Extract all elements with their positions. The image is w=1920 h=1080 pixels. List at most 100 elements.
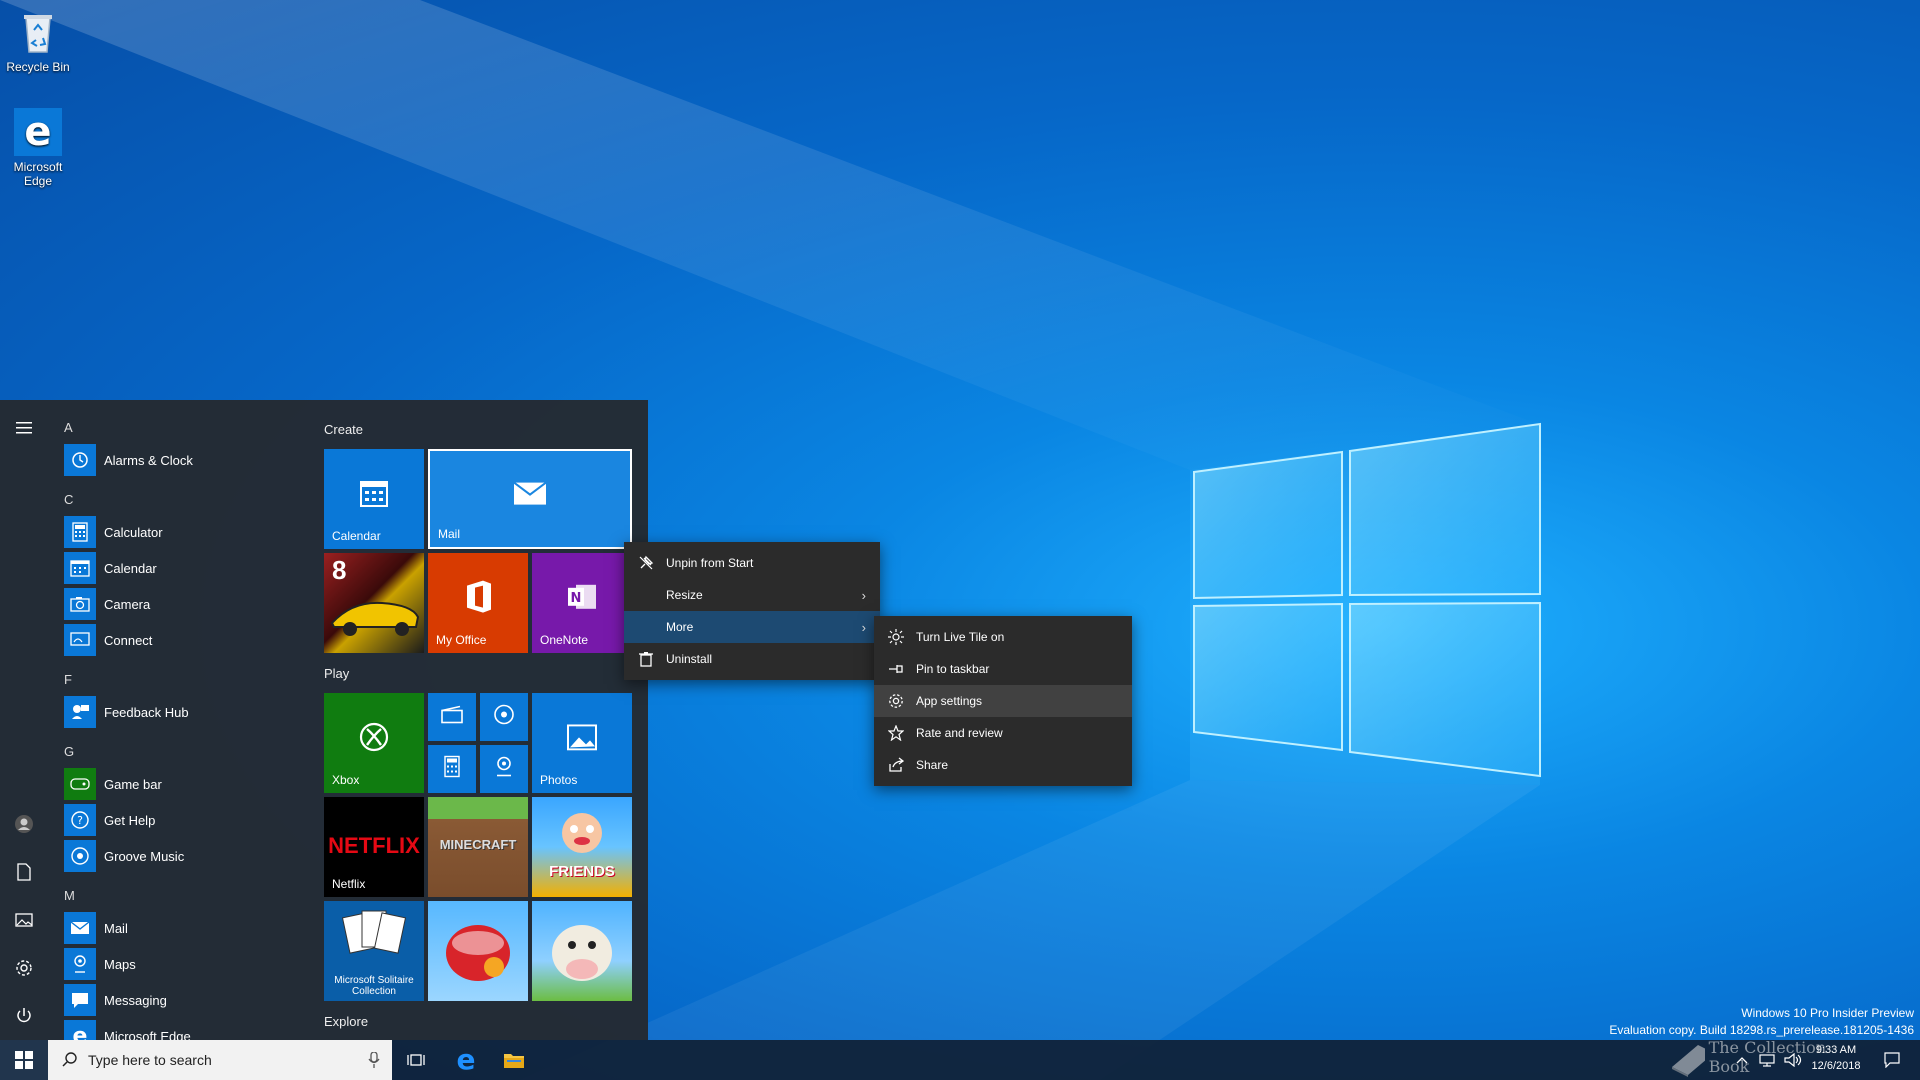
solitaire-label: Microsoft Solitaire Collection xyxy=(334,975,414,997)
tile-groove[interactable] xyxy=(480,693,528,741)
app-list: A Alarms & Clock C Calculator Calendar C… xyxy=(56,400,306,1040)
tile-netflix[interactable]: NETFLIX Netflix xyxy=(324,797,424,897)
messaging-icon xyxy=(64,984,96,1016)
menu-item-uninstall[interactable]: Uninstall xyxy=(624,643,880,675)
app-maps[interactable]: Maps xyxy=(64,948,304,980)
tile-movies[interactable] xyxy=(428,693,476,741)
windows-start-icon xyxy=(15,1051,33,1069)
letter-header-m[interactable]: M xyxy=(64,888,75,903)
microsoft-edge-icon: e xyxy=(64,1020,96,1040)
taskbar-edge-button[interactable]: e xyxy=(442,1040,490,1080)
maps-tile-icon xyxy=(494,756,514,783)
tile-calendar[interactable]: Calendar xyxy=(324,449,424,549)
search-icon xyxy=(62,1051,78,1070)
start-button[interactable] xyxy=(0,1040,48,1080)
unpin-icon xyxy=(638,555,654,571)
groove-music-icon xyxy=(64,840,96,872)
search-box[interactable]: Type here to search xyxy=(48,1040,392,1080)
search-placeholder: Type here to search xyxy=(88,1052,212,1068)
menu-item-pin-to-taskbar[interactable]: Pin to taskbar xyxy=(874,653,1132,685)
cards-icon xyxy=(342,910,406,954)
app-get-help[interactable]: ? Get Help xyxy=(64,804,304,836)
microphone-icon[interactable] xyxy=(368,1051,380,1071)
overlay-book-logo: The Collection Book xyxy=(1668,1034,1828,1080)
evaluation-watermark: Windows 10 Pro Insider Preview Evaluatio… xyxy=(1609,1006,1914,1037)
user-avatar-icon[interactable] xyxy=(12,812,36,836)
tile-context-menu: Unpin from Start Resize › More › Uninsta… xyxy=(624,542,880,680)
tile-my-office[interactable]: My Office xyxy=(428,553,528,653)
camera-icon xyxy=(64,588,96,620)
app-mail[interactable]: Mail xyxy=(64,912,304,944)
power-icon[interactable] xyxy=(12,1004,36,1028)
task-view-button[interactable] xyxy=(392,1040,440,1080)
hamburger-menu-icon[interactable] xyxy=(12,416,36,440)
tile-photos[interactable]: Photos xyxy=(532,693,632,793)
watermark-edition: Windows 10 Pro Insider Preview xyxy=(1741,1006,1914,1020)
group-title-explore[interactable]: Explore xyxy=(324,1014,368,1029)
tile-asphalt-8[interactable]: 8 xyxy=(324,553,424,653)
maps-icon xyxy=(64,948,96,980)
recycle-bin-icon xyxy=(14,8,62,56)
groove-tile-icon xyxy=(493,704,515,731)
connect-icon xyxy=(64,624,96,656)
letter-header-a[interactable]: A xyxy=(64,420,73,435)
desktop-icon-edge[interactable]: e Microsoft Edge xyxy=(0,108,76,188)
tile-onenote[interactable]: N OneNote xyxy=(532,553,632,653)
windows-logo-wallpaper xyxy=(1193,422,1541,778)
tile-candy-crush[interactable] xyxy=(428,901,528,1001)
tile-xbox[interactable]: Xbox xyxy=(324,693,424,793)
menu-item-share[interactable]: Share xyxy=(874,749,1132,781)
letter-header-f[interactable]: F xyxy=(64,672,72,687)
tile-calculator[interactable] xyxy=(428,745,476,793)
letter-header-c[interactable]: C xyxy=(64,492,73,507)
candy-icon xyxy=(446,925,510,981)
mail-tile-icon xyxy=(513,481,547,511)
recycle-bin-label: Recycle Bin xyxy=(6,60,70,74)
menu-item-more[interactable]: More › xyxy=(624,611,880,643)
app-camera[interactable]: Camera xyxy=(64,588,304,620)
edge-label: Microsoft Edge xyxy=(13,160,63,188)
live-tile-icon xyxy=(888,629,904,645)
pin-icon xyxy=(888,661,904,677)
app-game-bar[interactable]: Game bar xyxy=(64,768,304,800)
group-title-play[interactable]: Play xyxy=(324,666,349,681)
tile-solitaire[interactable]: Microsoft Solitaire Collection xyxy=(324,901,424,1001)
taskbar-file-explorer-button[interactable] xyxy=(490,1040,538,1080)
tile-maps[interactable] xyxy=(480,745,528,793)
movies-tv-icon xyxy=(441,705,463,729)
race-car-icon xyxy=(330,601,420,636)
app-feedback-hub[interactable]: Feedback Hub xyxy=(64,696,304,728)
tile-minecraft[interactable]: MINECRAFT xyxy=(428,797,528,897)
tile-mail[interactable]: Mail xyxy=(428,449,632,549)
menu-item-app-settings[interactable]: App settings xyxy=(874,685,1132,717)
app-calculator[interactable]: Calculator xyxy=(64,516,304,548)
app-calendar[interactable]: Calendar xyxy=(64,552,304,584)
letter-header-g[interactable]: G xyxy=(64,744,74,759)
settings-gear-icon[interactable] xyxy=(12,956,36,980)
menu-item-resize[interactable]: Resize › xyxy=(624,579,880,611)
app-messaging[interactable]: Messaging xyxy=(64,984,304,1016)
calculator-icon xyxy=(64,516,96,548)
documents-icon[interactable] xyxy=(12,860,36,884)
app-connect[interactable]: Connect xyxy=(64,624,304,656)
app-microsoft-edge[interactable]: e Microsoft Edge xyxy=(64,1020,304,1040)
menu-item-unpin-from-start[interactable]: Unpin from Start xyxy=(624,547,880,579)
app-groove-music[interactable]: Groove Music xyxy=(64,840,304,872)
more-submenu: Turn Live Tile on Pin to taskbar App set… xyxy=(874,616,1132,786)
share-icon xyxy=(888,757,904,773)
edge-taskbar-icon: e xyxy=(456,1043,476,1076)
menu-item-rate-and-review[interactable]: Rate and review xyxy=(874,717,1132,749)
asphalt-badge: 8 xyxy=(332,555,347,585)
edge-icon: e xyxy=(14,108,62,156)
app-alarms-clock[interactable]: Alarms & Clock xyxy=(64,444,304,476)
tile-hay-day[interactable] xyxy=(532,901,632,1001)
pictures-icon[interactable] xyxy=(12,908,36,932)
alarms-clock-icon xyxy=(64,444,96,476)
action-center-button[interactable] xyxy=(1872,1040,1912,1080)
game-bar-icon xyxy=(64,768,96,800)
start-rail xyxy=(0,400,48,1040)
menu-item-turn-live-tile-on[interactable]: Turn Live Tile on xyxy=(874,621,1132,653)
desktop-icon-recycle-bin[interactable]: Recycle Bin xyxy=(0,8,76,74)
group-title-create[interactable]: Create xyxy=(324,422,363,437)
tile-candy-crush-friends[interactable]: FRIENDS xyxy=(532,797,632,897)
